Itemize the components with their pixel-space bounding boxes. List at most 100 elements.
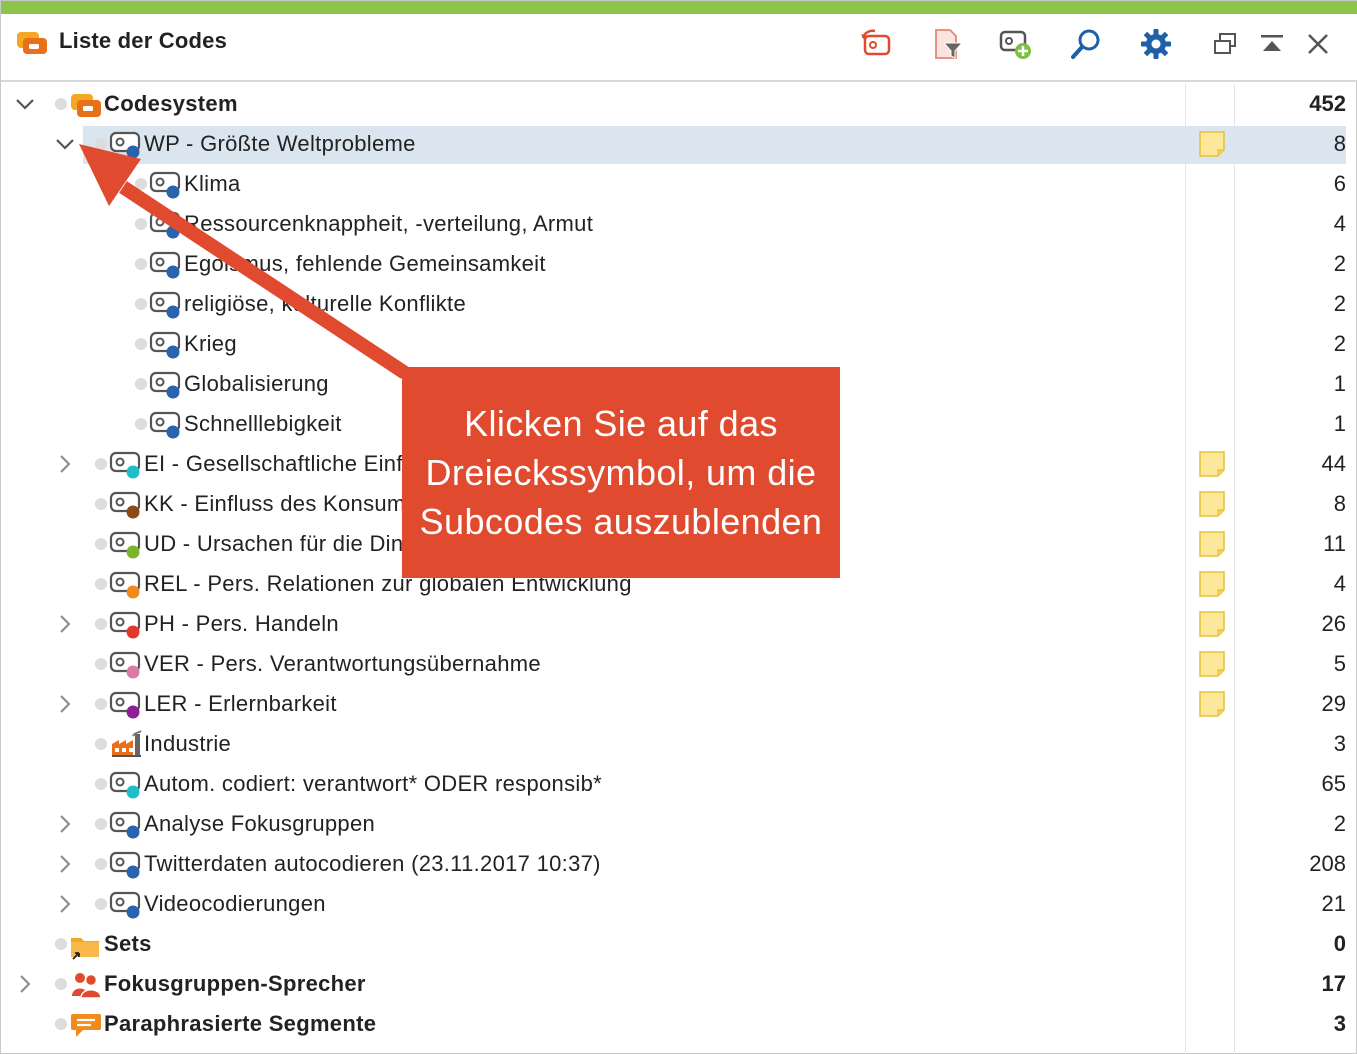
tree-row-label: Industrie xyxy=(144,731,232,756)
coded-segments-count: 3 xyxy=(1333,731,1346,756)
memo-icon[interactable] xyxy=(1198,530,1226,558)
code-icon xyxy=(109,891,141,919)
expand-chevron-icon[interactable] xyxy=(54,453,76,475)
collapse-panel-button[interactable] xyxy=(1252,24,1292,64)
tree-row[interactable]: Codesystem 452 xyxy=(1,84,1357,124)
coded-segments-count: 26 xyxy=(1321,611,1346,636)
tree-row-label: religiöse, kulturelle Konflikte xyxy=(184,291,466,316)
activation-dot[interactable] xyxy=(95,778,107,790)
code-icon xyxy=(109,851,141,879)
tree-row-label: WP - Größte Weltprobleme xyxy=(144,131,416,156)
tree-row[interactable]: Klima 6 xyxy=(1,164,1357,204)
settings-button[interactable] xyxy=(1136,24,1176,64)
activation-dot[interactable] xyxy=(95,698,107,710)
tree-row[interactable]: Analyse Fokusgruppen 2 xyxy=(1,804,1357,844)
tree-row-label: Fokusgruppen-Sprecher xyxy=(104,971,366,996)
activation-dot[interactable] xyxy=(135,298,147,310)
collapse-chevron-icon[interactable] xyxy=(14,93,36,115)
activation-dot[interactable] xyxy=(95,618,107,630)
expand-chevron-icon[interactable] xyxy=(54,613,76,635)
activation-dot[interactable] xyxy=(135,338,147,350)
memo-icon[interactable] xyxy=(1198,130,1226,158)
activation-dot[interactable] xyxy=(135,178,147,190)
tree-row-label: PH - Pers. Handeln xyxy=(144,611,339,636)
window-title: Liste der Codes xyxy=(59,28,228,53)
document-filter-icon xyxy=(935,29,964,59)
activation-dot[interactable] xyxy=(95,498,107,510)
tree-row[interactable]: Twitterdaten autocodieren (23.11.2017 10… xyxy=(1,844,1357,884)
new-code-button[interactable] xyxy=(996,24,1036,64)
tree-row[interactable]: religiöse, kulturelle Konflikte 2 xyxy=(1,284,1357,324)
activation-dot[interactable] xyxy=(95,658,107,670)
memo-icon[interactable] xyxy=(1198,450,1226,478)
memo-icon[interactable] xyxy=(1198,490,1226,518)
code-icon xyxy=(149,251,181,279)
coded-segments-count: 5 xyxy=(1333,651,1346,676)
tree-row-label: Ressourcenknappheit, -verteilung, Armut xyxy=(184,211,594,236)
activation-dot[interactable] xyxy=(55,1018,67,1030)
coded-segments-count: 44 xyxy=(1321,451,1346,476)
undock-button[interactable] xyxy=(1205,24,1245,64)
tree-row[interactable]: Krieg 2 xyxy=(1,324,1357,364)
coded-segments-count: 452 xyxy=(1309,91,1346,116)
coded-segments-count: 17 xyxy=(1321,971,1346,996)
expand-chevron-icon[interactable] xyxy=(54,813,76,835)
search-button[interactable] xyxy=(1066,24,1106,64)
expand-chevron-icon[interactable] xyxy=(54,893,76,915)
filter-codes-button[interactable] xyxy=(927,24,967,64)
activation-dot[interactable] xyxy=(95,818,107,830)
code-icon xyxy=(149,411,181,439)
coded-segments-count: 21 xyxy=(1321,891,1346,916)
code-icon xyxy=(109,771,141,799)
tree-row[interactable]: Fokusgruppen-Sprecher 17 xyxy=(1,964,1357,1004)
instruction-callout: Klicken Sie auf das Dreieckssymbol, um d… xyxy=(402,367,840,578)
activation-dot[interactable] xyxy=(135,378,147,390)
activation-dot[interactable] xyxy=(135,258,147,270)
activation-dot[interactable] xyxy=(55,98,67,110)
activation-dot[interactable] xyxy=(95,138,107,150)
tree-row[interactable]: Paraphrasierte Segmente 3 xyxy=(1,1004,1357,1044)
tree-row[interactable]: VER - Pers. Verantwortungsübernahme 5 xyxy=(1,644,1357,684)
expand-chevron-icon[interactable] xyxy=(54,853,76,875)
tree-row[interactable]: Industrie 3 xyxy=(1,724,1357,764)
tree-row-label: VER - Pers. Verantwortungsübernahme xyxy=(144,651,541,676)
activation-dot[interactable] xyxy=(95,858,107,870)
window-undock-icon xyxy=(1214,33,1236,54)
memo-icon[interactable] xyxy=(1198,650,1226,678)
collapse-chevron-icon[interactable] xyxy=(54,133,76,155)
tree-row[interactable]: WP - Größte Weltprobleme 8 xyxy=(1,124,1357,164)
activation-dot[interactable] xyxy=(95,458,107,470)
tree-row-label: Sets xyxy=(104,931,152,956)
expand-chevron-icon[interactable] xyxy=(14,973,36,995)
activation-dot[interactable] xyxy=(135,418,147,430)
coded-segments-count: 4 xyxy=(1333,211,1346,236)
tree-row[interactable]: Egoismus, fehlende Gemeinsamkeit 2 xyxy=(1,244,1357,284)
activation-dot[interactable] xyxy=(95,898,107,910)
tree-row[interactable]: PH - Pers. Handeln 26 xyxy=(1,604,1357,644)
memo-icon[interactable] xyxy=(1198,690,1226,718)
activation-dot[interactable] xyxy=(135,218,147,230)
activation-dot[interactable] xyxy=(55,938,67,950)
code-icon xyxy=(149,371,181,399)
tree-row[interactable]: Ressourcenknappheit, -verteilung, Armut 4 xyxy=(1,204,1357,244)
activation-dot[interactable] xyxy=(55,978,67,990)
activation-dot[interactable] xyxy=(95,538,107,550)
tree-row[interactable]: Autom. codiert: verantwort* ODER respons… xyxy=(1,764,1357,804)
expand-chevron-icon[interactable] xyxy=(54,693,76,715)
close-button[interactable] xyxy=(1298,24,1338,64)
search-icon xyxy=(1071,29,1100,59)
tree-row[interactable]: Videocodierungen 21 xyxy=(1,884,1357,924)
tree-row[interactable]: Sets 0 xyxy=(1,924,1357,964)
undo-code-button[interactable] xyxy=(857,24,897,64)
memo-icon[interactable] xyxy=(1198,570,1226,598)
tree-row[interactable]: LER - Erlernbarkeit 29 xyxy=(1,684,1357,724)
activation-dot[interactable] xyxy=(95,578,107,590)
memo-icon[interactable] xyxy=(1198,610,1226,638)
code-icon xyxy=(109,611,141,639)
code-icon xyxy=(149,291,181,319)
coded-segments-count: 2 xyxy=(1333,811,1346,836)
coded-segments-count: 29 xyxy=(1321,691,1346,716)
activation-dot[interactable] xyxy=(95,738,107,750)
coded-segments-count: 3 xyxy=(1333,1011,1346,1036)
code-icon xyxy=(109,491,141,519)
